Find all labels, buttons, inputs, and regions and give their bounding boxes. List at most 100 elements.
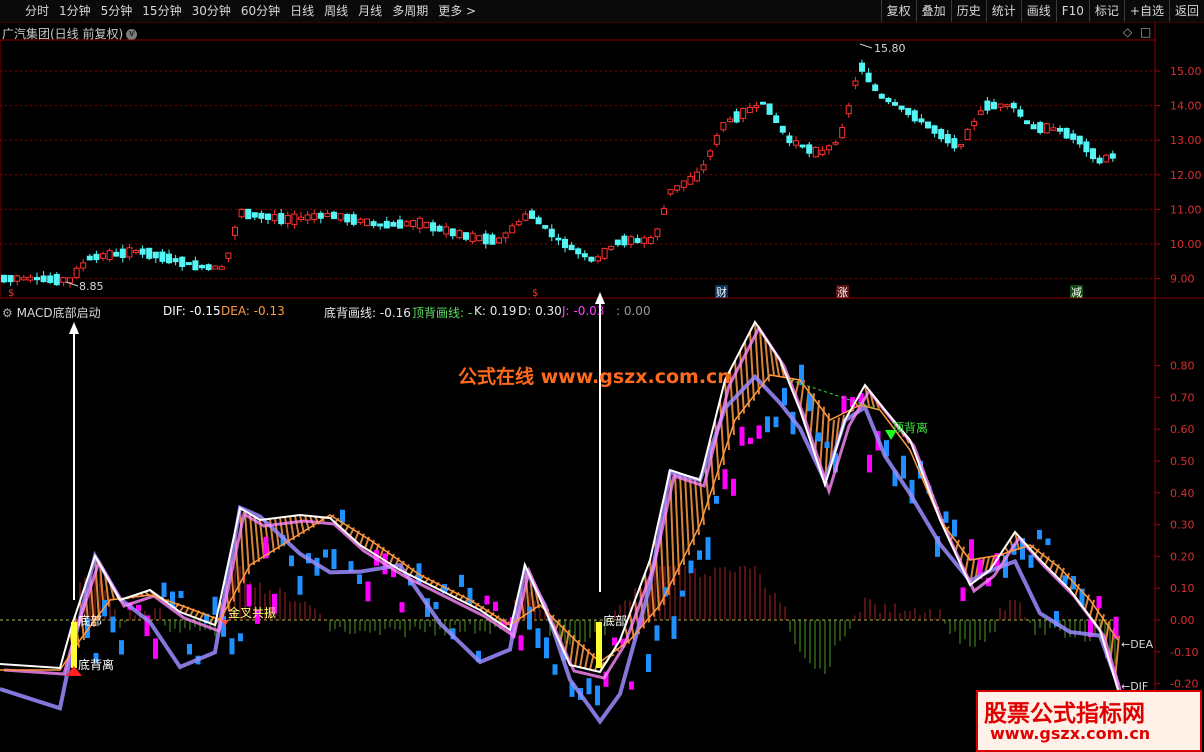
top-divergence-label: 顶背离 [892, 420, 928, 435]
candle-body [893, 103, 898, 106]
candle-body [827, 146, 832, 150]
candle-body [160, 252, 165, 261]
candle-body [609, 246, 614, 249]
candle-body [219, 267, 224, 269]
candle-body [959, 145, 964, 147]
kdj-block [179, 591, 184, 598]
candle-body [873, 85, 878, 91]
candle-body [338, 214, 343, 220]
kdj-block [969, 539, 974, 560]
candle-body [926, 122, 931, 128]
candle-body [998, 104, 1003, 107]
candle-body [140, 249, 145, 254]
ind-tick-label: 0.60 [1170, 423, 1195, 436]
ind-tick-label: 0.00 [1170, 614, 1195, 627]
candle-body [945, 135, 950, 143]
candle-body [312, 214, 317, 220]
kdj-block [961, 587, 966, 601]
dollar-marker: $ [8, 288, 14, 299]
ind-tick-label: 0.20 [1170, 550, 1195, 563]
hatch-stripe [675, 472, 679, 575]
ind-tick-label: 0.80 [1170, 360, 1195, 373]
candle-body [351, 215, 356, 225]
candle-body [483, 234, 488, 244]
kdj-block [247, 584, 252, 606]
hatch-stripe [295, 516, 299, 537]
bottom-label-1: 底部 [78, 613, 102, 628]
hatch-stripe [695, 478, 699, 535]
candle-body [246, 209, 251, 218]
candle-body [41, 276, 46, 282]
candle-body [615, 240, 620, 245]
candle-body [94, 254, 99, 259]
kdj-block [519, 635, 524, 650]
kdj-block [187, 644, 192, 654]
kdj-block [340, 510, 345, 523]
candle-body [8, 276, 13, 282]
kdj-block [867, 455, 872, 473]
golden-cross-label: 金叉共振 [228, 605, 276, 620]
candle-body [371, 222, 376, 226]
candle-body [906, 108, 911, 114]
candle-body [206, 265, 211, 270]
ind-tick-label: 0.50 [1170, 455, 1195, 468]
candle-body [1031, 125, 1036, 129]
kdj-block [731, 479, 736, 496]
candle-body [846, 106, 851, 114]
kdj-block [323, 550, 328, 558]
candle-body [576, 249, 581, 254]
candle-body [1110, 154, 1115, 158]
site-watermark: 公式在线 www.gszx.com.cn [458, 362, 731, 389]
candle-body [1005, 105, 1010, 107]
candle-body [186, 263, 191, 265]
candle-body [516, 222, 521, 225]
arrow-head-1 [69, 322, 79, 334]
candle-body [437, 226, 442, 231]
candle-body [1084, 142, 1089, 152]
bottom-bar-2 [596, 622, 602, 668]
candle-body [398, 220, 403, 228]
high-pointer [860, 44, 872, 48]
candle-body [411, 221, 416, 227]
candle-body [879, 94, 884, 98]
candle-body [417, 218, 422, 228]
candle-body [965, 129, 970, 139]
kdj-block [111, 617, 116, 633]
candle-body [761, 102, 766, 104]
candle-body [886, 98, 891, 101]
candle-body [239, 209, 244, 216]
candle-body [767, 104, 772, 114]
hatch-stripe [245, 511, 249, 574]
candle-body [252, 213, 257, 217]
bottom-label-2: 底部 [603, 613, 627, 628]
candle-body [582, 254, 587, 257]
candle-body [1051, 128, 1056, 130]
candle-body [596, 257, 601, 261]
candle-body [787, 136, 792, 143]
candle-body [912, 111, 917, 121]
candle-body [688, 176, 693, 184]
ind-tick-label: -0.10 [1170, 646, 1198, 659]
hatch-stripe [290, 516, 294, 540]
kdj-block [536, 628, 541, 648]
candle-body [642, 238, 647, 243]
kdj-block [553, 664, 558, 674]
kdj-block [816, 432, 821, 441]
kdj-block [119, 640, 124, 654]
candle-body [48, 276, 53, 282]
kdj-block [434, 602, 439, 609]
candle-body [1071, 134, 1076, 139]
candle-body [74, 268, 79, 277]
candle-body [853, 81, 858, 85]
candle-body [358, 219, 363, 222]
price-tick-label: 14.00 [1170, 100, 1202, 113]
ind-tick-label: 0.10 [1170, 582, 1195, 595]
candle-body [675, 186, 680, 190]
marker-2: 减 [1071, 286, 1082, 299]
candle-body [833, 142, 838, 144]
kdj-block [459, 575, 464, 587]
candle-body [668, 190, 673, 194]
candle-body [523, 214, 528, 220]
candle-body [127, 248, 132, 257]
candle-body [780, 126, 785, 132]
